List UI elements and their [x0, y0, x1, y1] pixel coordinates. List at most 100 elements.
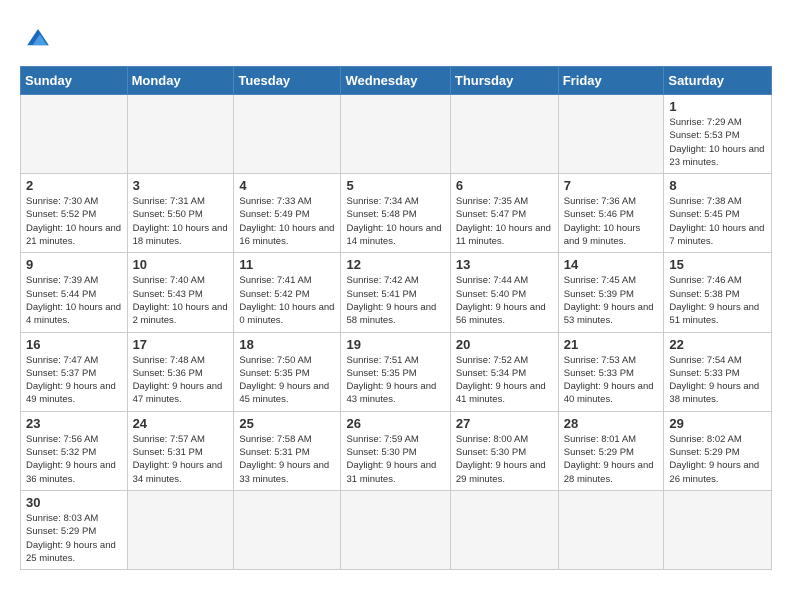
day-number: 24: [133, 416, 229, 431]
calendar-cell: 30 Sunrise: 8:03 AM Sunset: 5:29 PM Dayli…: [21, 490, 128, 569]
calendar-week-row: 16Sunrise: 7:47 AM Sunset: 5:37 PM Dayli…: [21, 332, 772, 411]
calendar-week-row: 30 Sunrise: 8:03 AM Sunset: 5:29 PM Dayli…: [21, 490, 772, 569]
calendar-cell: 18Sunrise: 7:50 AM Sunset: 5:35 PM Dayli…: [234, 332, 341, 411]
day-info: Sunrise: 7:45 AM Sunset: 5:39 PM Dayligh…: [564, 274, 659, 327]
calendar-cell: 19 Sunrise: 7:51 AM Sunset: 5:35 PM Dayli…: [341, 332, 450, 411]
day-number: 27: [456, 416, 553, 431]
calendar-cell: 20 Sunrise: 7:52 AM Sunset: 5:34 PM Dayli…: [450, 332, 558, 411]
day-number: 3: [133, 178, 229, 193]
calendar-cell: 14 Sunrise: 7:45 AM Sunset: 5:39 PM Dayli…: [558, 253, 664, 332]
logo: [20, 20, 60, 56]
day-info: Sunrise: 7:30 AM Sunset: 5:52 PM Dayligh…: [26, 195, 122, 248]
day-info: Sunrise: 7:34 AM Sunset: 5:48 PM Dayligh…: [346, 195, 444, 248]
day-number: 23: [26, 416, 122, 431]
calendar-cell: 11 Sunrise: 7:41 AM Sunset: 5:42 PM Dayli…: [234, 253, 341, 332]
day-info: Sunrise: 8:02 AM Sunset: 5:29 PM Dayligh…: [669, 433, 766, 486]
day-number: 9: [26, 257, 122, 272]
day-info: Sunrise: 7:29 AM Sunset: 5:53 PM Dayligh…: [669, 116, 766, 169]
calendar-cell: 21Sunrise: 7:53 AM Sunset: 5:33 PM Dayli…: [558, 332, 664, 411]
day-number: 1: [669, 99, 766, 114]
day-info: Sunrise: 7:51 AM Sunset: 5:35 PM Dayligh…: [346, 354, 444, 407]
calendar-cell: 10 Sunrise: 7:40 AM Sunset: 5:43 PM Dayli…: [127, 253, 234, 332]
day-number: 21: [564, 337, 659, 352]
day-info: Sunrise: 7:35 AM Sunset: 5:47 PM Dayligh…: [456, 195, 553, 248]
day-number: 12: [346, 257, 444, 272]
calendar-cell: [234, 95, 341, 174]
calendar-cell: 7Sunrise: 7:36 AM Sunset: 5:46 PM Daylig…: [558, 174, 664, 253]
calendar-cell: 27 Sunrise: 8:00 AM Sunset: 5:30 PM Dayli…: [450, 411, 558, 490]
calendar-cell: [558, 95, 664, 174]
calendar-week-row: 1 Sunrise: 7:29 AM Sunset: 5:53 PM Daylig…: [21, 95, 772, 174]
day-number: 10: [133, 257, 229, 272]
calendar-cell: 2 Sunrise: 7:30 AM Sunset: 5:52 PM Daylig…: [21, 174, 128, 253]
calendar-cell: [450, 490, 558, 569]
weekday-header-sunday: Sunday: [21, 67, 128, 95]
day-info: Sunrise: 7:42 AM Sunset: 5:41 PM Dayligh…: [346, 274, 444, 327]
day-info: Sunrise: 7:38 AM Sunset: 5:45 PM Dayligh…: [669, 195, 766, 248]
day-info: Sunrise: 7:58 AM Sunset: 5:31 PM Dayligh…: [239, 433, 335, 486]
calendar-cell: 8 Sunrise: 7:38 AM Sunset: 5:45 PM Daylig…: [664, 174, 772, 253]
day-number: 19: [346, 337, 444, 352]
day-number: 14: [564, 257, 659, 272]
calendar-cell: 26Sunrise: 7:59 AM Sunset: 5:30 PM Dayli…: [341, 411, 450, 490]
day-info: Sunrise: 7:40 AM Sunset: 5:43 PM Dayligh…: [133, 274, 229, 327]
day-info: Sunrise: 8:01 AM Sunset: 5:29 PM Dayligh…: [564, 433, 659, 486]
day-number: 18: [239, 337, 335, 352]
calendar-cell: 28 Sunrise: 8:01 AM Sunset: 5:29 PM Dayli…: [558, 411, 664, 490]
day-number: 22: [669, 337, 766, 352]
day-info: Sunrise: 7:31 AM Sunset: 5:50 PM Dayligh…: [133, 195, 229, 248]
weekday-header-monday: Monday: [127, 67, 234, 95]
day-info: Sunrise: 7:57 AM Sunset: 5:31 PM Dayligh…: [133, 433, 229, 486]
day-number: 4: [239, 178, 335, 193]
calendar-header-row: SundayMondayTuesdayWednesdayThursdayFrid…: [21, 67, 772, 95]
calendar-cell: 23 Sunrise: 7:56 AM Sunset: 5:32 PM Dayli…: [21, 411, 128, 490]
calendar-cell: 24 Sunrise: 7:57 AM Sunset: 5:31 PM Dayli…: [127, 411, 234, 490]
weekday-header-wednesday: Wednesday: [341, 67, 450, 95]
calendar-cell: 4 Sunrise: 7:33 AM Sunset: 5:49 PM Daylig…: [234, 174, 341, 253]
day-number: 7: [564, 178, 659, 193]
calendar-cell: [127, 490, 234, 569]
day-number: 15: [669, 257, 766, 272]
day-number: 25: [239, 416, 335, 431]
calendar-cell: [558, 490, 664, 569]
day-number: 29: [669, 416, 766, 431]
calendar-cell: 12 Sunrise: 7:42 AM Sunset: 5:41 PM Dayli…: [341, 253, 450, 332]
calendar-cell: 29 Sunrise: 8:02 AM Sunset: 5:29 PM Dayli…: [664, 411, 772, 490]
day-info: Sunrise: 8:00 AM Sunset: 5:30 PM Dayligh…: [456, 433, 553, 486]
calendar-cell: 16Sunrise: 7:47 AM Sunset: 5:37 PM Dayli…: [21, 332, 128, 411]
calendar-week-row: 9 Sunrise: 7:39 AM Sunset: 5:44 PM Daylig…: [21, 253, 772, 332]
day-number: 2: [26, 178, 122, 193]
calendar-cell: 5 Sunrise: 7:34 AM Sunset: 5:48 PM Daylig…: [341, 174, 450, 253]
day-number: 28: [564, 416, 659, 431]
day-info: Sunrise: 7:54 AM Sunset: 5:33 PM Dayligh…: [669, 354, 766, 407]
day-info: Sunrise: 7:46 AM Sunset: 5:38 PM Dayligh…: [669, 274, 766, 327]
day-number: 20: [456, 337, 553, 352]
day-number: 17: [133, 337, 229, 352]
day-info: Sunrise: 8:03 AM Sunset: 5:29 PM Dayligh…: [26, 512, 122, 565]
day-info: Sunrise: 7:44 AM Sunset: 5:40 PM Dayligh…: [456, 274, 553, 327]
weekday-header-tuesday: Tuesday: [234, 67, 341, 95]
calendar-cell: 3 Sunrise: 7:31 AM Sunset: 5:50 PM Daylig…: [127, 174, 234, 253]
day-number: 5: [346, 178, 444, 193]
weekday-header-thursday: Thursday: [450, 67, 558, 95]
day-number: 6: [456, 178, 553, 193]
calendar-cell: 15 Sunrise: 7:46 AM Sunset: 5:38 PM Dayli…: [664, 253, 772, 332]
calendar-cell: 1 Sunrise: 7:29 AM Sunset: 5:53 PM Daylig…: [664, 95, 772, 174]
calendar-cell: [664, 490, 772, 569]
day-info: Sunrise: 7:33 AM Sunset: 5:49 PM Dayligh…: [239, 195, 335, 248]
day-number: 30: [26, 495, 122, 510]
day-info: Sunrise: 7:56 AM Sunset: 5:32 PM Dayligh…: [26, 433, 122, 486]
calendar-week-row: 23 Sunrise: 7:56 AM Sunset: 5:32 PM Dayli…: [21, 411, 772, 490]
weekday-header-friday: Friday: [558, 67, 664, 95]
logo-icon: [20, 20, 56, 56]
calendar-cell: [341, 95, 450, 174]
calendar-cell: [127, 95, 234, 174]
day-number: 8: [669, 178, 766, 193]
calendar-cell: 6 Sunrise: 7:35 AM Sunset: 5:47 PM Daylig…: [450, 174, 558, 253]
calendar-cell: [341, 490, 450, 569]
day-info: Sunrise: 7:39 AM Sunset: 5:44 PM Dayligh…: [26, 274, 122, 327]
day-number: 11: [239, 257, 335, 272]
calendar-cell: [21, 95, 128, 174]
day-info: Sunrise: 7:41 AM Sunset: 5:42 PM Dayligh…: [239, 274, 335, 327]
day-info: Sunrise: 7:52 AM Sunset: 5:34 PM Dayligh…: [456, 354, 553, 407]
